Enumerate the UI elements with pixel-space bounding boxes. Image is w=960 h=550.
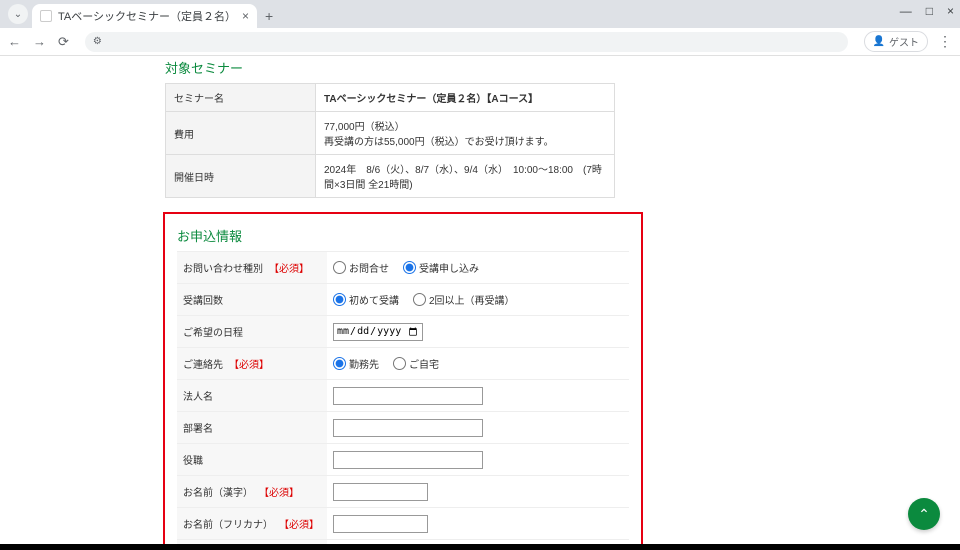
company-input[interactable]: [333, 387, 483, 405]
profile-label: ゲスト: [889, 34, 919, 49]
seminar-fee-label: 費用: [166, 112, 316, 155]
inquiry-type-option-apply[interactable]: 受講申し込み: [403, 260, 479, 275]
row-company: 法人名: [177, 379, 629, 411]
form-heading: お申込情報: [177, 226, 629, 245]
name-kanji-label: お名前（漢字）【必須】: [177, 476, 327, 507]
address-bar[interactable]: ⚙: [85, 32, 848, 52]
contact-pref-label: ご連絡先【必須】: [177, 348, 327, 379]
attend-radio-repeat[interactable]: [413, 293, 426, 306]
dept-label: 部署名: [177, 412, 327, 443]
scroll-top-button[interactable]: ⌃: [908, 498, 940, 530]
name-kana-input[interactable]: [333, 515, 428, 533]
row-desired-date: ご希望の日程: [177, 315, 629, 347]
window-minimize-icon[interactable]: ―: [900, 4, 912, 18]
name-kanji-input[interactable]: [333, 483, 428, 501]
row-inquiry-type: お問い合わせ種別【必須】 お問合せ 受講申し込み: [177, 251, 629, 283]
tab-close-icon[interactable]: ×: [242, 9, 249, 23]
seminar-info-table: セミナー名 TAベーシックセミナー（定員２名）【Aコース】 費用 77,000円…: [165, 83, 615, 198]
seminar-heading: 対象セミナー: [165, 58, 795, 77]
profile-button[interactable]: 👤 ゲスト: [864, 31, 928, 52]
window-controls: ― □ ×: [900, 4, 954, 18]
menu-icon[interactable]: ⋮: [938, 33, 952, 50]
page-viewport: 対象セミナー セミナー名 TAベーシックセミナー（定員２名）【Aコース】 費用 …: [0, 56, 960, 550]
attend-option-first[interactable]: 初めて受講: [333, 292, 399, 307]
seminar-date-value: 2024年 8/6（火）、8/7（水）、9/4（水） 10:00～18:00 (…: [316, 155, 615, 198]
inquiry-radio-inquiry[interactable]: [333, 261, 346, 274]
attend-count-label: 受講回数: [177, 284, 327, 315]
seminar-name-value: TAベーシックセミナー（定員２名）【Aコース】: [316, 84, 615, 112]
inquiry-type-option-inquiry[interactable]: お問合せ: [333, 260, 389, 275]
row-name-kana: お名前（フリカナ）【必須】: [177, 507, 629, 539]
fee-line2: 再受講の方は55,000円（税込）でお受け頂けます。: [324, 133, 606, 148]
contact-radio-work[interactable]: [333, 357, 346, 370]
fee-line1: 77,000円（税込）: [324, 118, 606, 133]
row-attend-count: 受講回数 初めて受講 2回以上（再受講）: [177, 283, 629, 315]
window-maximize-icon[interactable]: □: [926, 4, 933, 18]
row-name-kanji: お名前（漢字）【必須】: [177, 475, 629, 507]
desired-date-input[interactable]: [333, 323, 423, 341]
browser-tabstrip: ⌄ TAベーシックセミナー（定員２名） × + ― □ ×: [0, 0, 960, 28]
browser-toolbar: ← → ⟳ ⚙ 👤 ゲスト ⋮: [0, 28, 960, 56]
window-close-icon[interactable]: ×: [947, 4, 954, 18]
tab-title: TAベーシックセミナー（定員２名）: [58, 8, 236, 24]
contact-radio-home[interactable]: [393, 357, 406, 370]
profile-icon: 👤: [873, 36, 885, 47]
name-kana-label: お名前（フリカナ）【必須】: [177, 508, 327, 539]
reload-icon[interactable]: ⟳: [58, 34, 69, 50]
desired-date-label: ご希望の日程: [177, 316, 327, 347]
attend-option-repeat[interactable]: 2回以上（再受講）: [413, 292, 515, 307]
table-row: 開催日時 2024年 8/6（火）、8/7（水）、9/4（水） 10:00～18…: [166, 155, 615, 198]
row-contact-pref: ご連絡先【必須】 勤務先 ご自宅: [177, 347, 629, 379]
seminar-name-label: セミナー名: [166, 84, 316, 112]
seminar-fee-value: 77,000円（税込） 再受講の方は55,000円（税込）でお受け頂けます。: [316, 112, 615, 155]
browser-tab[interactable]: TAベーシックセミナー（定員２名） ×: [32, 4, 257, 28]
table-row: 費用 77,000円（税込） 再受講の方は55,000円（税込）でお受け頂けます…: [166, 112, 615, 155]
company-label: 法人名: [177, 380, 327, 411]
inquiry-radio-apply[interactable]: [403, 261, 416, 274]
row-dept: 部署名: [177, 411, 629, 443]
contact-option-home[interactable]: ご自宅: [393, 356, 439, 371]
position-input[interactable]: [333, 451, 483, 469]
chevron-up-icon: ⌃: [918, 506, 930, 523]
dept-input[interactable]: [333, 419, 483, 437]
tab-search-button[interactable]: ⌄: [8, 4, 28, 24]
site-settings-icon[interactable]: ⚙: [93, 36, 102, 47]
table-row: セミナー名 TAベーシックセミナー（定員２名）【Aコース】: [166, 84, 615, 112]
position-label: 役職: [177, 444, 327, 475]
back-icon[interactable]: ←: [8, 34, 21, 50]
tab-favicon: [40, 10, 52, 22]
inquiry-type-label: お問い合わせ種別【必須】: [177, 252, 327, 283]
seminar-date-label: 開催日時: [166, 155, 316, 198]
forward-icon[interactable]: →: [33, 34, 46, 50]
new-tab-button[interactable]: +: [257, 8, 281, 28]
bottom-bar: [0, 544, 960, 550]
row-position: 役職: [177, 443, 629, 475]
attend-radio-first[interactable]: [333, 293, 346, 306]
contact-option-work[interactable]: 勤務先: [333, 356, 379, 371]
application-form: お申込情報 お問い合わせ種別【必須】 お問合せ 受講申し込み: [163, 212, 643, 550]
